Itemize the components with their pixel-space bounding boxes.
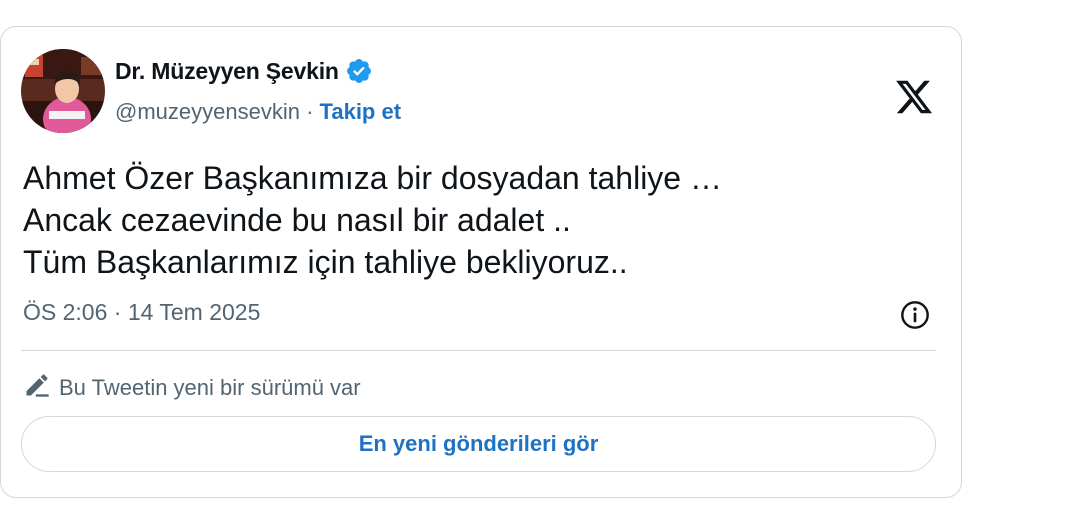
author-handle[interactable]: @muzeyyensevkin <box>115 99 300 125</box>
info-icon[interactable] <box>899 299 931 331</box>
see-latest-posts-button[interactable]: En yeni gönderileri gör <box>21 416 936 472</box>
author-name[interactable]: Dr. Müzeyyen Şevkin <box>115 58 339 85</box>
tweet-timestamp[interactable]: ÖS 2:06 · 14 Tem 2025 <box>23 299 260 326</box>
edit-notice: Bu Tweetin yeni bir sürümü var <box>23 371 361 405</box>
x-logo-icon[interactable] <box>894 77 934 117</box>
author-handle-row: @muzeyyensevkin · Takip et <box>115 99 401 125</box>
tweet-line: Ahmet Özer Başkanımıza bir dosyadan tahl… <box>23 160 722 196</box>
pencil-icon <box>23 371 51 405</box>
author-name-row: Dr. Müzeyyen Şevkin <box>115 57 373 85</box>
divider <box>21 350 936 351</box>
tweet-body: Ahmet Özer Başkanımıza bir dosyadan tahl… <box>23 157 923 283</box>
tweet-line: Ancak cezaevinde bu nasıl bir adalet .. <box>23 202 571 238</box>
author-avatar[interactable] <box>21 49 105 133</box>
handle-separator: · <box>306 99 314 124</box>
tweet-line: Tüm Başkanlarımız için tahliye bekliyoru… <box>23 244 628 280</box>
verified-badge-icon <box>345 57 373 85</box>
embedded-tweet-card: Dr. Müzeyyen Şevkin @muzeyyensevkin · Ta… <box>0 26 962 498</box>
edit-notice-text: Bu Tweetin yeni bir sürümü var <box>59 375 361 400</box>
avatar-photo <box>21 49 105 133</box>
follow-link[interactable]: Takip et <box>320 99 402 125</box>
